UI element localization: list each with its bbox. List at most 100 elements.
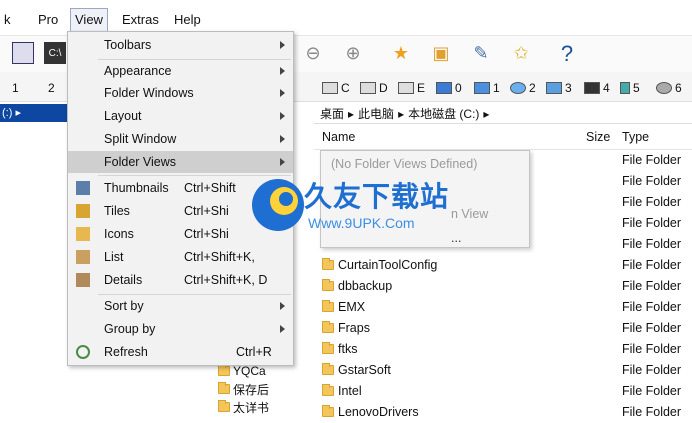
forward-icon[interactable]: ⊕ bbox=[340, 40, 366, 66]
drive-0[interactable]: 0 bbox=[436, 78, 462, 98]
drive-e[interactable]: E bbox=[398, 78, 425, 98]
drive-label: C bbox=[341, 81, 350, 95]
chevron-right-icon bbox=[280, 325, 285, 333]
drive-label: 0 bbox=[455, 81, 462, 95]
drive-label: D bbox=[379, 81, 388, 95]
menu-item-label: Appearance bbox=[104, 64, 172, 78]
column-size[interactable]: Size bbox=[586, 130, 610, 144]
left-pane-selected[interactable]: (:) ▸ bbox=[0, 104, 68, 122]
table-row[interactable]: Fraps File Folder bbox=[314, 318, 692, 339]
drive-n1[interactable]: 1 bbox=[474, 78, 500, 98]
file-type: File Folder bbox=[622, 342, 682, 356]
drive-1[interactable]: 1 bbox=[12, 78, 19, 98]
menu-item-sort-by[interactable]: Sort by bbox=[68, 295, 293, 317]
file-type: File Folder bbox=[622, 363, 682, 377]
breadcrumb-drive[interactable]: 本地磁盘 (C:) bbox=[408, 105, 479, 122]
submenu-item[interactable]: n View bbox=[451, 207, 488, 221]
file-type: File Folder bbox=[622, 384, 682, 398]
tree-label: 保存后 bbox=[233, 382, 270, 397]
menu-item-icons[interactable]: Icons Ctrl+Shi bbox=[68, 223, 293, 245]
drive-n4[interactable]: 4 bbox=[584, 78, 610, 98]
favorite-folder-icon[interactable]: ✩ bbox=[508, 40, 534, 66]
menu-item-label: Folder Views bbox=[104, 155, 177, 169]
menu-item-toolbars[interactable]: Toolbars bbox=[68, 34, 293, 56]
drive-icon bbox=[360, 82, 376, 94]
table-row[interactable]: ftks File Folder bbox=[314, 339, 692, 360]
submenu-item[interactable]: ... bbox=[451, 231, 461, 245]
menu-file[interactable]: k bbox=[2, 10, 13, 30]
drive-d[interactable]: D bbox=[360, 78, 388, 98]
drive-label: 1 bbox=[12, 81, 19, 95]
table-row[interactable]: Intel File Folder bbox=[314, 381, 692, 402]
menu-item-label: Details bbox=[104, 273, 143, 287]
file-type: File Folder bbox=[622, 153, 682, 167]
star-icon[interactable]: ★ bbox=[388, 40, 414, 66]
table-row[interactable]: LenovoDrivers File Folder bbox=[314, 402, 692, 423]
column-header: Name Size Type bbox=[314, 124, 692, 150]
menu-item-folder-views[interactable]: Folder Views bbox=[68, 151, 293, 173]
menu-item-thumbnails[interactable]: Thumbnails Ctrl+Shift bbox=[68, 177, 293, 199]
cmd-icon[interactable]: C:\ bbox=[44, 42, 66, 64]
chevron-right-icon bbox=[280, 135, 285, 143]
menu-item-appearance[interactable]: Appearance bbox=[68, 60, 293, 82]
menu-item-list[interactable]: List Ctrl+Shift+K, bbox=[68, 246, 293, 268]
column-name[interactable]: Name bbox=[322, 130, 355, 144]
drive-label: 6 bbox=[675, 81, 682, 95]
tiles-icon bbox=[76, 204, 90, 218]
drive-label: 3 bbox=[565, 81, 572, 95]
menu-item-shortcut: Ctrl+Shi bbox=[184, 204, 229, 218]
menu-pro[interactable]: Pro bbox=[36, 10, 60, 30]
disc-icon bbox=[656, 82, 672, 94]
menu-item-folder-windows[interactable]: Folder Windows bbox=[68, 82, 293, 104]
drive-icon bbox=[398, 82, 414, 94]
file-name: Intel bbox=[338, 384, 362, 398]
help-icon[interactable]: ? bbox=[553, 40, 581, 68]
menu-item-layout[interactable]: Layout bbox=[68, 105, 293, 127]
drive-2[interactable]: 2 bbox=[48, 78, 55, 98]
table-row[interactable]: GstarSoft File Folder bbox=[314, 360, 692, 381]
file-name: LenovoDrivers bbox=[338, 405, 419, 419]
back-icon[interactable]: ⊖ bbox=[300, 40, 326, 66]
menu-item-details[interactable]: Details Ctrl+Shift+K, D bbox=[68, 269, 293, 291]
tree-item[interactable]: 保存后 bbox=[218, 380, 298, 398]
drive-n2[interactable]: 2 bbox=[510, 78, 536, 98]
tree-label: 太详书 bbox=[233, 400, 270, 415]
film-icon bbox=[584, 82, 600, 94]
breadcrumb-pc[interactable]: 此电脑 bbox=[358, 105, 394, 122]
drive-n3[interactable]: 3 bbox=[546, 78, 572, 98]
menu-item-split-window[interactable]: Split Window bbox=[68, 128, 293, 150]
menu-item-shortcut: Ctrl+R bbox=[236, 345, 272, 359]
tree-item[interactable]: 太详书 bbox=[218, 398, 298, 416]
menu-help[interactable]: Help bbox=[172, 10, 203, 30]
table-row[interactable]: CurtainToolConfig File Folder bbox=[314, 255, 692, 276]
folder-icon bbox=[322, 342, 334, 354]
edit-icon[interactable]: ✎ bbox=[468, 40, 494, 66]
book-icon bbox=[620, 82, 630, 94]
drive-n6[interactable]: 6 bbox=[656, 78, 682, 98]
drive-n5[interactable]: 5 bbox=[620, 78, 640, 98]
tree-label: YQCa bbox=[233, 364, 266, 378]
monitor-icon bbox=[546, 82, 562, 94]
breadcrumb-desktop[interactable]: 桌面 bbox=[320, 105, 344, 122]
menu-item-tiles[interactable]: Tiles Ctrl+Shi bbox=[68, 200, 293, 222]
drive-label: E bbox=[417, 81, 426, 95]
menu-item-refresh[interactable]: Refresh Ctrl+R bbox=[68, 341, 293, 363]
view-menu: Toolbars Appearance Folder Windows Layou… bbox=[67, 31, 294, 366]
list-icon bbox=[76, 250, 90, 264]
menu-item-shortcut: Ctrl+Shift bbox=[184, 181, 236, 195]
folders-icon[interactable]: ▣ bbox=[428, 40, 454, 66]
breadcrumb[interactable]: 桌面 ▸ 此电脑 ▸ 本地磁盘 (C:) ▸ bbox=[314, 104, 692, 124]
network-icon bbox=[474, 82, 490, 94]
menu-item-group-by[interactable]: Group by bbox=[68, 318, 293, 340]
column-type[interactable]: Type bbox=[622, 130, 649, 144]
drive-c[interactable]: C bbox=[322, 78, 350, 98]
menu-view[interactable]: View bbox=[70, 8, 108, 32]
file-type: File Folder bbox=[622, 321, 682, 335]
window-icon[interactable] bbox=[12, 42, 34, 64]
table-row[interactable]: EMX File Folder bbox=[314, 297, 692, 318]
table-row[interactable]: dbbackup File Folder bbox=[314, 276, 692, 297]
file-name: Fraps bbox=[338, 321, 370, 335]
menu-extras[interactable]: Extras bbox=[120, 10, 161, 30]
folder-icon bbox=[322, 384, 334, 396]
chevron-right-icon bbox=[280, 89, 285, 97]
